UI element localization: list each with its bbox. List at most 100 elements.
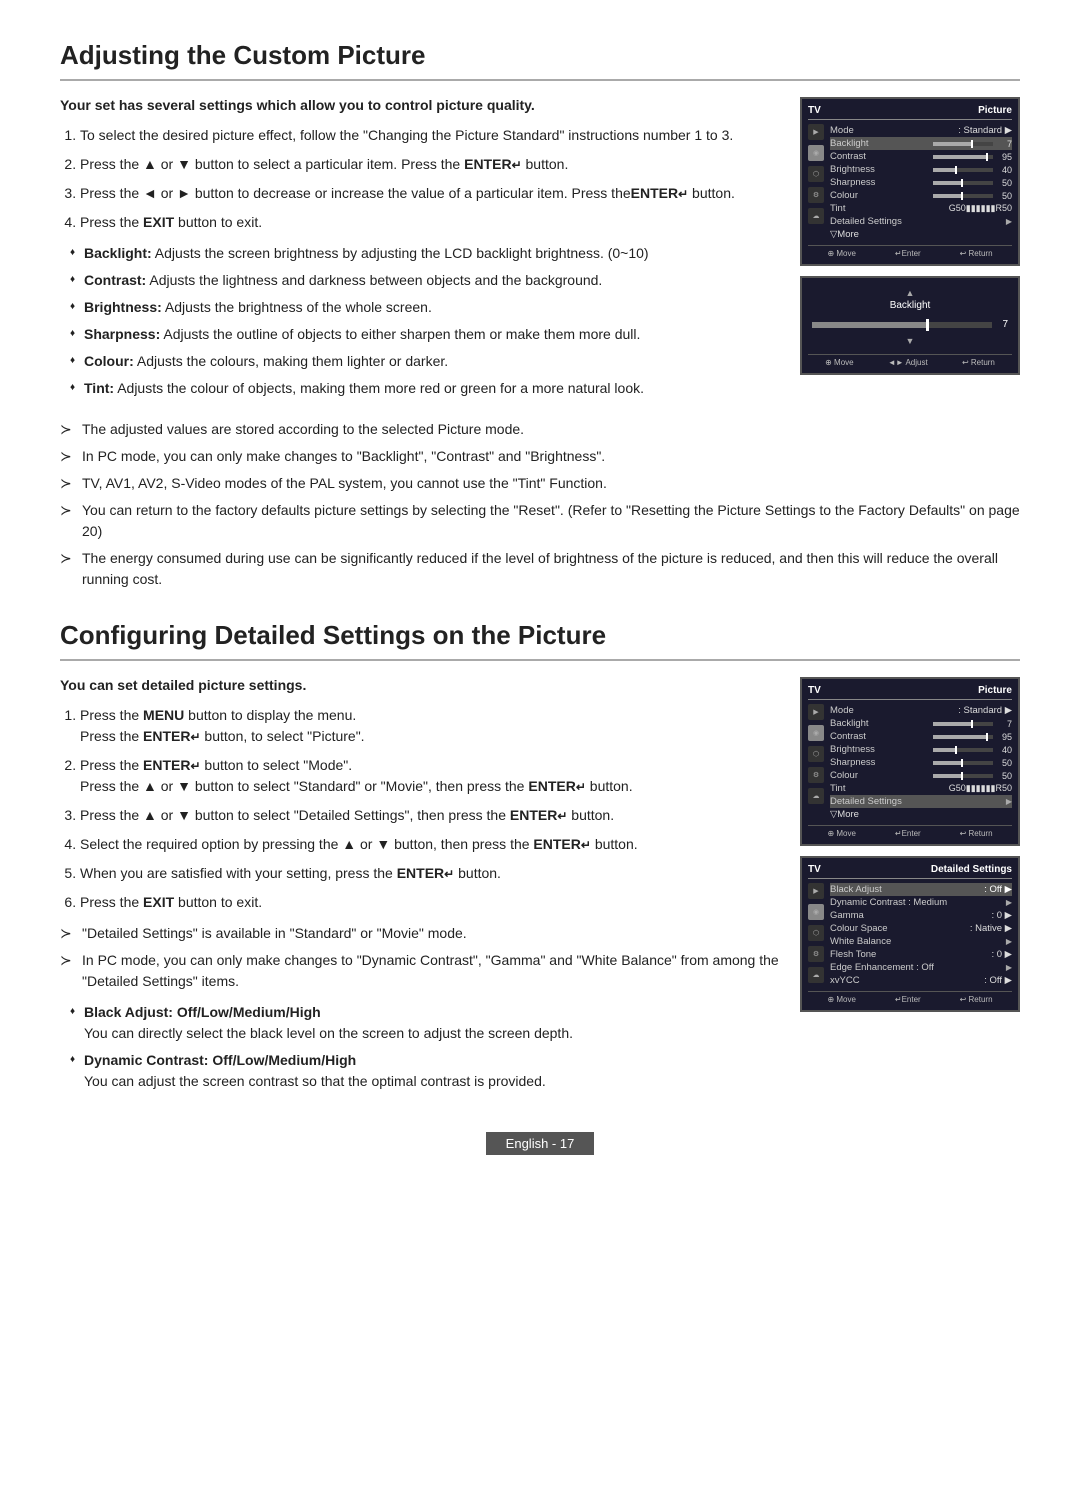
move-label3: ⊕ Move xyxy=(827,995,856,1004)
tv-footer3: ⊕ Move ↵Enter ↩ Return xyxy=(808,991,1012,1004)
icon3-2: ◉ xyxy=(808,904,824,920)
section1-steps: To select the desired picture effect, fo… xyxy=(80,125,780,233)
white-balance-row: White Balance ▶ xyxy=(830,935,1012,948)
brightness-row: Brightness 40 xyxy=(830,163,1012,176)
s2-note-2: In PC mode, you can only make changes to… xyxy=(60,950,780,992)
s2-step-6: Press the EXIT button to exit. xyxy=(80,892,780,913)
tv-icons2: ▶ ◉ ⬡ ⚙ ☁ xyxy=(808,704,826,821)
enter-label2: ↵Enter xyxy=(895,829,921,838)
tv-menu-content: Mode : Standard ▶ Backlight 7 xyxy=(830,124,1012,241)
section2-steps: Press the MENU button to display the men… xyxy=(80,705,780,913)
note-2: In PC mode, you can only make changes to… xyxy=(60,446,1020,467)
tv-footer2: ⊕ Move ↵Enter ↩ Return xyxy=(808,825,1012,838)
section2-intro: You can set detailed picture settings. xyxy=(60,677,780,693)
tint-row2: Tint G50▮▮▮▮▮▮R50 xyxy=(830,782,1012,795)
tv-detail-content: Black Adjust : Off ▶ Dynamic Contrast : … xyxy=(830,883,1012,987)
icon-3: ⬡ xyxy=(808,166,824,182)
bullet-dynamic-contrast: Dynamic Contrast: Off/Low/Medium/HighYou… xyxy=(70,1050,780,1092)
page-footer: English - 17 xyxy=(60,1132,1020,1155)
edge-enhance-row: Edge Enhancement : Off ▶ xyxy=(830,961,1012,974)
tv-backlight-screen: ▲ Backlight 7 ▼ ⊕ Move ◄► Ad xyxy=(800,276,1020,375)
tv-label: TV xyxy=(808,105,821,116)
step-4: Press the EXIT button to exit. xyxy=(80,212,780,233)
section2-notes: "Detailed Settings" is available in "Sta… xyxy=(60,923,780,992)
icon2-4: ⚙ xyxy=(808,767,824,783)
s2-step-2: Press the ENTER↵ button to select "Mode"… xyxy=(80,755,780,797)
bullet-colour: Colour: Adjusts the colours, making them… xyxy=(70,351,780,372)
colour-space-row: Colour Space : Native ▶ xyxy=(830,922,1012,935)
icon3-1: ▶ xyxy=(808,883,824,899)
tv-header2: TV Picture xyxy=(808,685,1012,700)
bullet-black-adjust: Black Adjust: Off/Low/Medium/HighYou can… xyxy=(70,1002,780,1044)
icon2-5: ☁ xyxy=(808,788,824,804)
more-row2: ▽More xyxy=(830,808,1012,821)
section1-screens: TV Picture ▶ ◉ ⬡ ⚙ ☁ Mode : Standard ▶ xyxy=(800,97,1020,385)
icon3-5: ☁ xyxy=(808,967,824,983)
icon3-4: ⚙ xyxy=(808,946,824,962)
section2-bullets: Black Adjust: Off/Low/Medium/HighYou can… xyxy=(70,1002,780,1092)
adjust-label-bl: ◄► Adjust xyxy=(888,358,928,367)
section1-title: Adjusting the Custom Picture xyxy=(60,40,1020,81)
detail-label: Detailed Settings xyxy=(931,864,1012,875)
sharpness-row: Sharpness 50 xyxy=(830,176,1012,189)
tv-header: TV Picture xyxy=(808,105,1012,120)
move-label: ⊕ Move xyxy=(827,249,856,258)
section1-intro: Your set has several settings which allo… xyxy=(60,97,780,113)
tv-detailed-screen: TV Detailed Settings ▶ ◉ ⬡ ⚙ ☁ Black Adj… xyxy=(800,856,1020,1012)
backlight-row2: Backlight 7 xyxy=(830,717,1012,730)
bullet-tint: Tint: Adjusts the colour of objects, mak… xyxy=(70,378,780,399)
return-label3: ↩ Return xyxy=(960,995,993,1004)
icon-2: ◉ xyxy=(808,145,824,161)
icon-1: ▶ xyxy=(808,124,824,140)
section2-screens: TV Picture ▶ ◉ ⬡ ⚙ ☁ Mode : Standard ▶ xyxy=(800,677,1020,1022)
section1-text: Your set has several settings which allo… xyxy=(60,97,780,409)
section2-title: Configuring Detailed Settings on the Pic… xyxy=(60,620,1020,661)
xvycc-row: xvYCC : Off ▶ xyxy=(830,974,1012,987)
tv-menu-content2: Mode : Standard ▶ Backlight 7 xyxy=(830,704,1012,821)
return-label2: ↩ Return xyxy=(960,829,993,838)
picture-label2: Picture xyxy=(978,685,1012,696)
tint-row: Tint G50▮▮▮▮▮▮R50 xyxy=(830,202,1012,215)
backlight-bar: 7 xyxy=(812,315,1008,334)
more-row: ▽More xyxy=(830,228,1012,241)
detailed-settings-row: Detailed Settings ▶ xyxy=(830,215,1012,228)
icon2-2: ◉ xyxy=(808,725,824,741)
move-label-bl: ⊕ Move xyxy=(825,358,854,367)
colour-row: Colour 50 xyxy=(830,189,1012,202)
step-1: To select the desired picture effect, fo… xyxy=(80,125,780,146)
tv-sidebar3: ▶ ◉ ⬡ ⚙ ☁ Black Adjust : Off ▶ Dynamic C… xyxy=(808,883,1012,987)
backlight-row: Backlight 7 xyxy=(830,137,1012,150)
mode-row: Mode : Standard ▶ xyxy=(830,124,1012,137)
tv-label2: TV xyxy=(808,685,821,696)
tv-picture-screen2: TV Picture ▶ ◉ ⬡ ⚙ ☁ Mode : Standard ▶ xyxy=(800,677,1020,846)
return-label: ↩ Return xyxy=(960,249,993,258)
tv-icons: ▶ ◉ ⬡ ⚙ ☁ xyxy=(808,124,826,241)
step-2: Press the ▲ or ▼ button to select a part… xyxy=(80,154,780,175)
section1-bullets: Backlight: Adjusts the screen brightness… xyxy=(70,243,780,399)
contrast-row2: Contrast 95 xyxy=(830,730,1012,743)
bullet-contrast: Contrast: Adjusts the lightness and dark… xyxy=(70,270,780,291)
flesh-tone-row: Flesh Tone : 0 ▶ xyxy=(830,948,1012,961)
section-configuring: Configuring Detailed Settings on the Pic… xyxy=(60,620,1020,1102)
bullet-backlight: Backlight: Adjusts the screen brightness… xyxy=(70,243,780,264)
brightness-row2: Brightness 40 xyxy=(830,743,1012,756)
colour-row2: Colour 50 xyxy=(830,769,1012,782)
bullet-brightness: Brightness: Adjusts the brightness of th… xyxy=(70,297,780,318)
tv-icons3: ▶ ◉ ⬡ ⚙ ☁ xyxy=(808,883,826,987)
dyn-contrast-row: Dynamic Contrast : Medium ▶ xyxy=(830,896,1012,909)
s2-step-3: Press the ▲ or ▼ button to select "Detai… xyxy=(80,805,780,826)
up-arrow: ▲ xyxy=(906,288,915,298)
mode-row2: Mode : Standard ▶ xyxy=(830,704,1012,717)
backlight-title: Backlight xyxy=(890,300,931,311)
tv-label3: TV xyxy=(808,864,821,875)
sharpness-row2: Sharpness 50 xyxy=(830,756,1012,769)
tv-footer: ⊕ Move ↵Enter ↩ Return xyxy=(808,245,1012,258)
tv-sidebar2: ▶ ◉ ⬡ ⚙ ☁ Mode : Standard ▶ Backlight xyxy=(808,704,1012,821)
enter-label: ↵Enter xyxy=(895,249,921,258)
icon2-1: ▶ xyxy=(808,704,824,720)
black-adjust-row: Black Adjust : Off ▶ xyxy=(830,883,1012,896)
s2-step-1: Press the MENU button to display the men… xyxy=(80,705,780,747)
section2-text: You can set detailed picture settings. P… xyxy=(60,677,780,1102)
backlight-content: ▲ Backlight 7 ▼ xyxy=(808,284,1012,350)
icon2-3: ⬡ xyxy=(808,746,824,762)
